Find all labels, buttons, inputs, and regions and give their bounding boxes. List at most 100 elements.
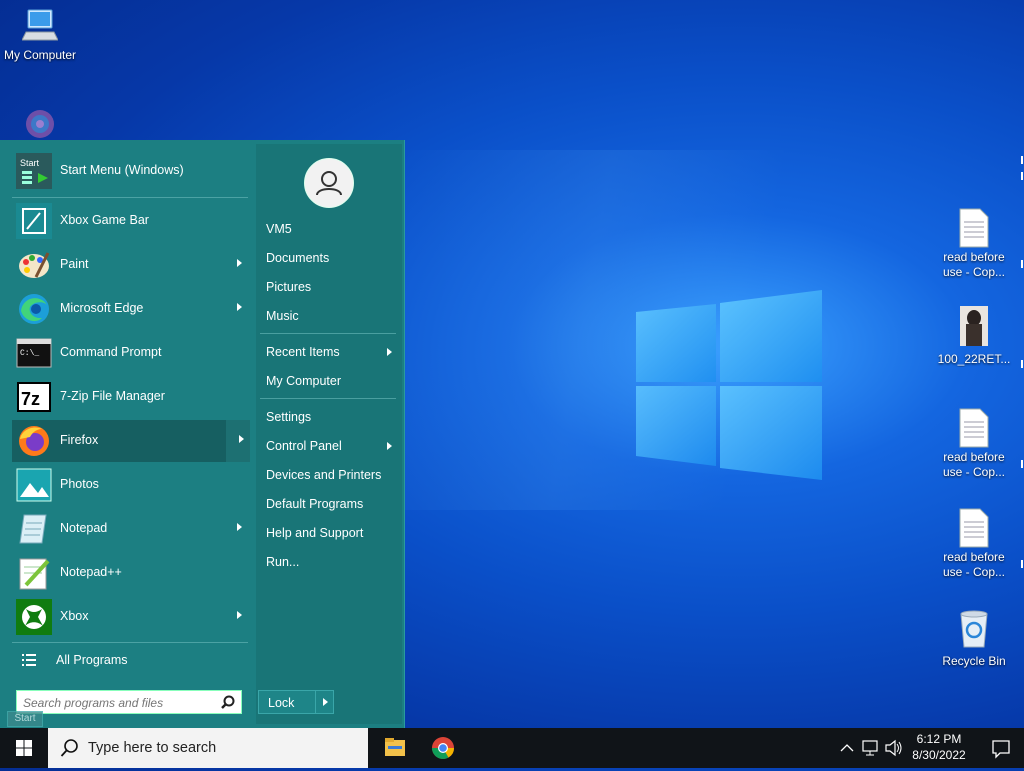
places-item-pictures[interactable]: Pictures <box>266 280 311 294</box>
firefox-icon <box>19 426 49 456</box>
svg-text:7z: 7z <box>21 389 40 409</box>
menu-item-command-prompt[interactable]: C:\_ Command Prompt <box>12 332 248 374</box>
clock-time: 6:12 PM <box>916 732 962 746</box>
desktop-icon-label: read before use - Cop... <box>942 450 1006 479</box>
menu-item-photos[interactable]: Photos <box>12 464 248 506</box>
clock-date: 8/30/2022 <box>912 748 966 762</box>
places-item-settings[interactable]: Settings <box>266 410 311 424</box>
places-item-documents[interactable]: Documents <box>266 251 329 265</box>
notification-center-button[interactable] <box>978 728 1024 768</box>
image-thumbnail-icon <box>960 306 988 346</box>
submenu-arrow-icon <box>237 259 242 267</box>
desktop-icon-my-computer[interactable]: My Computer <box>0 8 80 63</box>
command-prompt-icon: C:\_ <box>16 338 52 368</box>
menu-item-label: Xbox <box>60 609 89 623</box>
menu-item-xbox-game-bar[interactable]: Xbox Game Bar <box>12 200 248 242</box>
submenu-arrow-icon <box>239 435 244 443</box>
chrome-icon <box>432 737 454 759</box>
places-item-control-panel[interactable]: Control Panel <box>266 439 342 453</box>
computer-icon <box>22 9 58 41</box>
all-programs-button[interactable]: All Programs <box>12 644 248 674</box>
show-hidden-icons-chevron-icon[interactable] <box>838 728 856 768</box>
text-document-icon <box>959 508 989 548</box>
menu-item-start-menu-windows[interactable]: Start Start Menu (Windows) <box>12 150 248 192</box>
submenu-arrow-icon <box>237 303 242 311</box>
menu-item-label: Xbox Game Bar <box>60 213 149 227</box>
submenu-expand-area[interactable] <box>226 420 250 462</box>
menu-item-label: Notepad++ <box>60 565 122 579</box>
file-explorer-icon <box>385 738 405 756</box>
menu-item-label: Microsoft Edge <box>60 301 144 315</box>
menu-item-notepad[interactable]: Notepad <box>12 508 248 550</box>
menu-item-label: Firefox <box>60 433 99 447</box>
start-menu-programs: Start Start Menu (Windows) Xbox Game Bar <box>8 144 252 724</box>
start-button[interactable] <box>0 728 48 768</box>
taskbar-file-explorer[interactable] <box>371 728 419 768</box>
divider <box>12 197 248 198</box>
menu-item-microsoft-edge[interactable]: Microsoft Edge <box>12 288 248 330</box>
user-icon <box>316 171 342 196</box>
start-tooltip: Start <box>7 711 43 727</box>
taskbar-search-box[interactable]: Type here to search <box>48 728 368 768</box>
menu-item-notepad-plus-plus[interactable]: Notepad++ <box>12 552 248 594</box>
desktop-icon-recycle-bin[interactable]: Recycle Bin <box>934 608 1014 669</box>
taskbar-chrome[interactable] <box>419 728 467 768</box>
text-document-icon <box>959 408 989 448</box>
submenu-arrow-icon <box>387 442 392 450</box>
places-item-run[interactable]: Run... <box>266 555 299 569</box>
menu-item-label: Paint <box>60 257 89 271</box>
start-search-box[interactable] <box>16 690 242 714</box>
desktop-icon-label: read before use - Cop... <box>942 550 1006 579</box>
divider <box>260 333 396 334</box>
menu-item-label: Start Menu (Windows) <box>60 163 184 177</box>
places-item-my-computer[interactable]: My Computer <box>266 374 341 388</box>
recycle-bin-icon <box>960 610 988 648</box>
desktop-icon-read-before-use-3[interactable]: read before use - Cop... <box>934 508 1014 580</box>
user-avatar[interactable] <box>304 158 354 208</box>
taskbar: Type here to search 6:12 PM 8/30/2022 <box>0 728 1024 768</box>
menu-item-paint[interactable]: Paint <box>12 244 248 286</box>
network-icon[interactable] <box>860 728 882 768</box>
taskbar-clock[interactable]: 6:12 PM 8/30/2022 <box>900 731 978 763</box>
start-menu-icon: Start <box>16 153 52 189</box>
menu-item-label: Photos <box>60 477 99 491</box>
submenu-arrow-icon <box>237 611 242 619</box>
photos-icon <box>16 468 52 502</box>
places-item-devices-and-printers[interactable]: Devices and Printers <box>266 468 381 482</box>
desktop-icon-photo[interactable]: 100_22RET... <box>934 306 1014 367</box>
desktop-icon-label: 100_22RET... <box>937 352 1011 366</box>
power-options-arrow-icon[interactable] <box>323 698 328 706</box>
menu-item-firefox[interactable]: Firefox <box>12 420 250 462</box>
places-item-recent-items[interactable]: Recent Items <box>266 345 340 359</box>
desktop-icon-settings-gear[interactable] <box>0 104 80 142</box>
search-icon[interactable] <box>221 695 235 709</box>
edge-icon <box>19 294 49 324</box>
svg-text:C:\_: C:\_ <box>20 349 39 358</box>
places-item-default-programs[interactable]: Default Programs <box>266 497 363 511</box>
svg-text:Start: Start <box>20 158 40 168</box>
lock-label: Lock <box>268 696 295 710</box>
desktop-icon-label: Recycle Bin <box>942 654 1006 668</box>
divider <box>12 642 248 643</box>
lock-button[interactable]: Lock <box>258 690 334 714</box>
menu-item-label: 7-Zip File Manager <box>60 389 165 403</box>
all-programs-label: All Programs <box>56 653 128 667</box>
start-menu: Start Start Menu (Windows) Xbox Game Bar <box>0 140 405 728</box>
menu-item-xbox[interactable]: Xbox <box>12 596 248 638</box>
places-item-music[interactable]: Music <box>266 309 299 323</box>
divider <box>260 398 396 399</box>
submenu-arrow-icon <box>237 523 242 531</box>
desktop-icon-read-before-use-2[interactable]: read before use - Cop... <box>934 408 1014 480</box>
places-item-help-and-support[interactable]: Help and Support <box>266 526 363 540</box>
start-search-input[interactable] <box>21 692 215 714</box>
paint-icon <box>19 252 50 278</box>
places-item-vm5[interactable]: VM5 <box>266 222 292 236</box>
text-document-icon <box>959 208 989 248</box>
xbox-game-bar-icon <box>16 203 52 239</box>
menu-item-7zip[interactable]: 7z 7-Zip File Manager <box>12 376 248 418</box>
desktop-icon-label: My Computer <box>3 48 77 62</box>
desktop-icon-read-before-use-1[interactable]: read before use - Cop... <box>934 208 1014 280</box>
list-icon <box>22 654 36 666</box>
notepad-plus-plus-icon <box>19 558 50 590</box>
xbox-icon <box>16 599 52 635</box>
